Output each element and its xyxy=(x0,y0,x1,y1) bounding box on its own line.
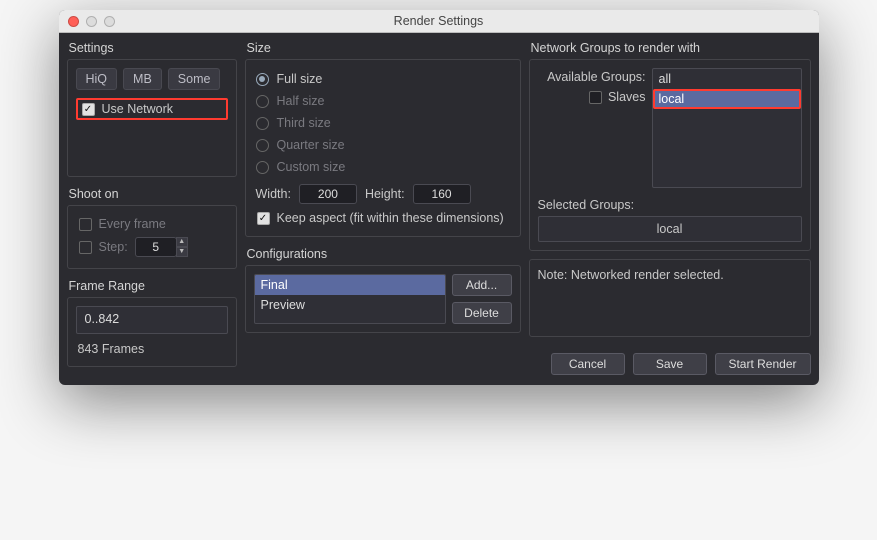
width-label: Width: xyxy=(256,187,291,201)
every-frame-row[interactable]: Every frame xyxy=(76,214,228,234)
size-third-row[interactable]: Third size xyxy=(254,112,512,134)
start-render-button[interactable]: Start Render xyxy=(715,353,811,375)
step-value[interactable]: 5 xyxy=(135,237,177,257)
size-label: Size xyxy=(245,39,521,59)
config-item-final[interactable]: Final xyxy=(255,275,445,295)
use-network-label: Use Network xyxy=(102,102,174,116)
every-frame-label: Every frame xyxy=(99,217,166,231)
size-full-radio[interactable] xyxy=(256,73,269,86)
shoot-on-panel: Every frame Step: 5 ▲ ▼ xyxy=(67,205,237,269)
size-half-label: Half size xyxy=(277,94,325,108)
size-custom-radio[interactable] xyxy=(256,161,269,174)
network-groups-label: Network Groups to render with xyxy=(529,39,811,59)
size-full-label: Full size xyxy=(277,72,323,86)
selected-groups-value[interactable]: local xyxy=(538,216,802,242)
size-half-row[interactable]: Half size xyxy=(254,90,512,112)
available-groups-list[interactable]: all local xyxy=(652,68,802,188)
settings-panel: HiQ MB Some ✓ Use Network xyxy=(67,59,237,177)
settings-label: Settings xyxy=(67,39,237,59)
slaves-checkbox[interactable] xyxy=(589,91,602,104)
dimensions-row: Width: 200 Height: 160 xyxy=(254,178,512,208)
configurations-panel: Final Preview Add... Delete xyxy=(245,265,521,333)
step-checkbox[interactable] xyxy=(79,241,92,254)
preset-row: HiQ MB Some xyxy=(76,68,228,90)
preset-hiq[interactable]: HiQ xyxy=(76,68,118,90)
slaves-label: Slaves xyxy=(608,90,646,104)
size-custom-row[interactable]: Custom size xyxy=(254,156,512,178)
group-item-local[interactable]: local xyxy=(653,89,801,109)
width-input[interactable]: 200 xyxy=(299,184,357,204)
note-text: Note: Networked render selected. xyxy=(538,268,724,282)
titlebar: Render Settings xyxy=(59,10,819,33)
step-row[interactable]: Step: 5 ▲ ▼ xyxy=(76,234,228,260)
configurations-list[interactable]: Final Preview xyxy=(254,274,446,324)
size-full-row[interactable]: Full size xyxy=(254,68,512,90)
window-title: Render Settings xyxy=(59,14,819,28)
frame-range-value: 0..842 xyxy=(77,307,227,331)
available-groups-label: Available Groups: xyxy=(547,70,645,84)
slaves-row[interactable]: Slaves xyxy=(589,90,646,104)
size-quarter-radio[interactable] xyxy=(256,139,269,152)
step-down-icon[interactable]: ▼ xyxy=(176,247,188,257)
use-network-row[interactable]: ✓ Use Network xyxy=(76,98,228,120)
delete-config-button[interactable]: Delete xyxy=(452,302,512,324)
frame-count: 843 Frames xyxy=(76,334,228,358)
size-third-label: Third size xyxy=(277,116,331,130)
network-groups-panel: Available Groups: Slaves all local S xyxy=(529,59,811,251)
add-config-button[interactable]: Add... xyxy=(452,274,512,296)
render-settings-window: Render Settings Settings HiQ MB Some ✓ U… xyxy=(59,10,819,385)
config-item-preview[interactable]: Preview xyxy=(255,295,445,315)
frame-range-panel: 0..842 843 Frames xyxy=(67,297,237,367)
step-up-icon[interactable]: ▲ xyxy=(176,237,188,247)
size-quarter-label: Quarter size xyxy=(277,138,345,152)
keep-aspect-checkbox[interactable]: ✓ xyxy=(257,212,270,225)
use-network-checkbox[interactable]: ✓ xyxy=(82,103,95,116)
height-input[interactable]: 160 xyxy=(413,184,471,204)
configurations-label: Configurations xyxy=(245,245,521,265)
cancel-button[interactable]: Cancel xyxy=(551,353,625,375)
size-panel: Full size Half size Third size Quarter s… xyxy=(245,59,521,237)
step-stepper[interactable]: 5 ▲ ▼ xyxy=(135,237,188,257)
size-custom-label: Custom size xyxy=(277,160,346,174)
step-label: Step: xyxy=(99,240,128,254)
selected-groups-label: Selected Groups: xyxy=(538,198,802,212)
height-label: Height: xyxy=(365,187,405,201)
keep-aspect-row[interactable]: ✓ Keep aspect (fit within these dimensio… xyxy=(254,208,512,228)
shoot-on-label: Shoot on xyxy=(67,185,237,205)
group-item-all[interactable]: all xyxy=(653,69,801,89)
size-third-radio[interactable] xyxy=(256,117,269,130)
preset-some[interactable]: Some xyxy=(168,68,221,90)
footer-buttons: Cancel Save Start Render xyxy=(529,353,811,375)
save-button[interactable]: Save xyxy=(633,353,707,375)
size-half-radio[interactable] xyxy=(256,95,269,108)
keep-aspect-label: Keep aspect (fit within these dimensions… xyxy=(277,211,504,225)
frame-range-label: Frame Range xyxy=(67,277,237,297)
frame-range-input[interactable]: 0..842 xyxy=(76,306,228,334)
note-panel: Note: Networked render selected. xyxy=(529,259,811,337)
every-frame-checkbox[interactable] xyxy=(79,218,92,231)
preset-mb[interactable]: MB xyxy=(123,68,162,90)
size-quarter-row[interactable]: Quarter size xyxy=(254,134,512,156)
